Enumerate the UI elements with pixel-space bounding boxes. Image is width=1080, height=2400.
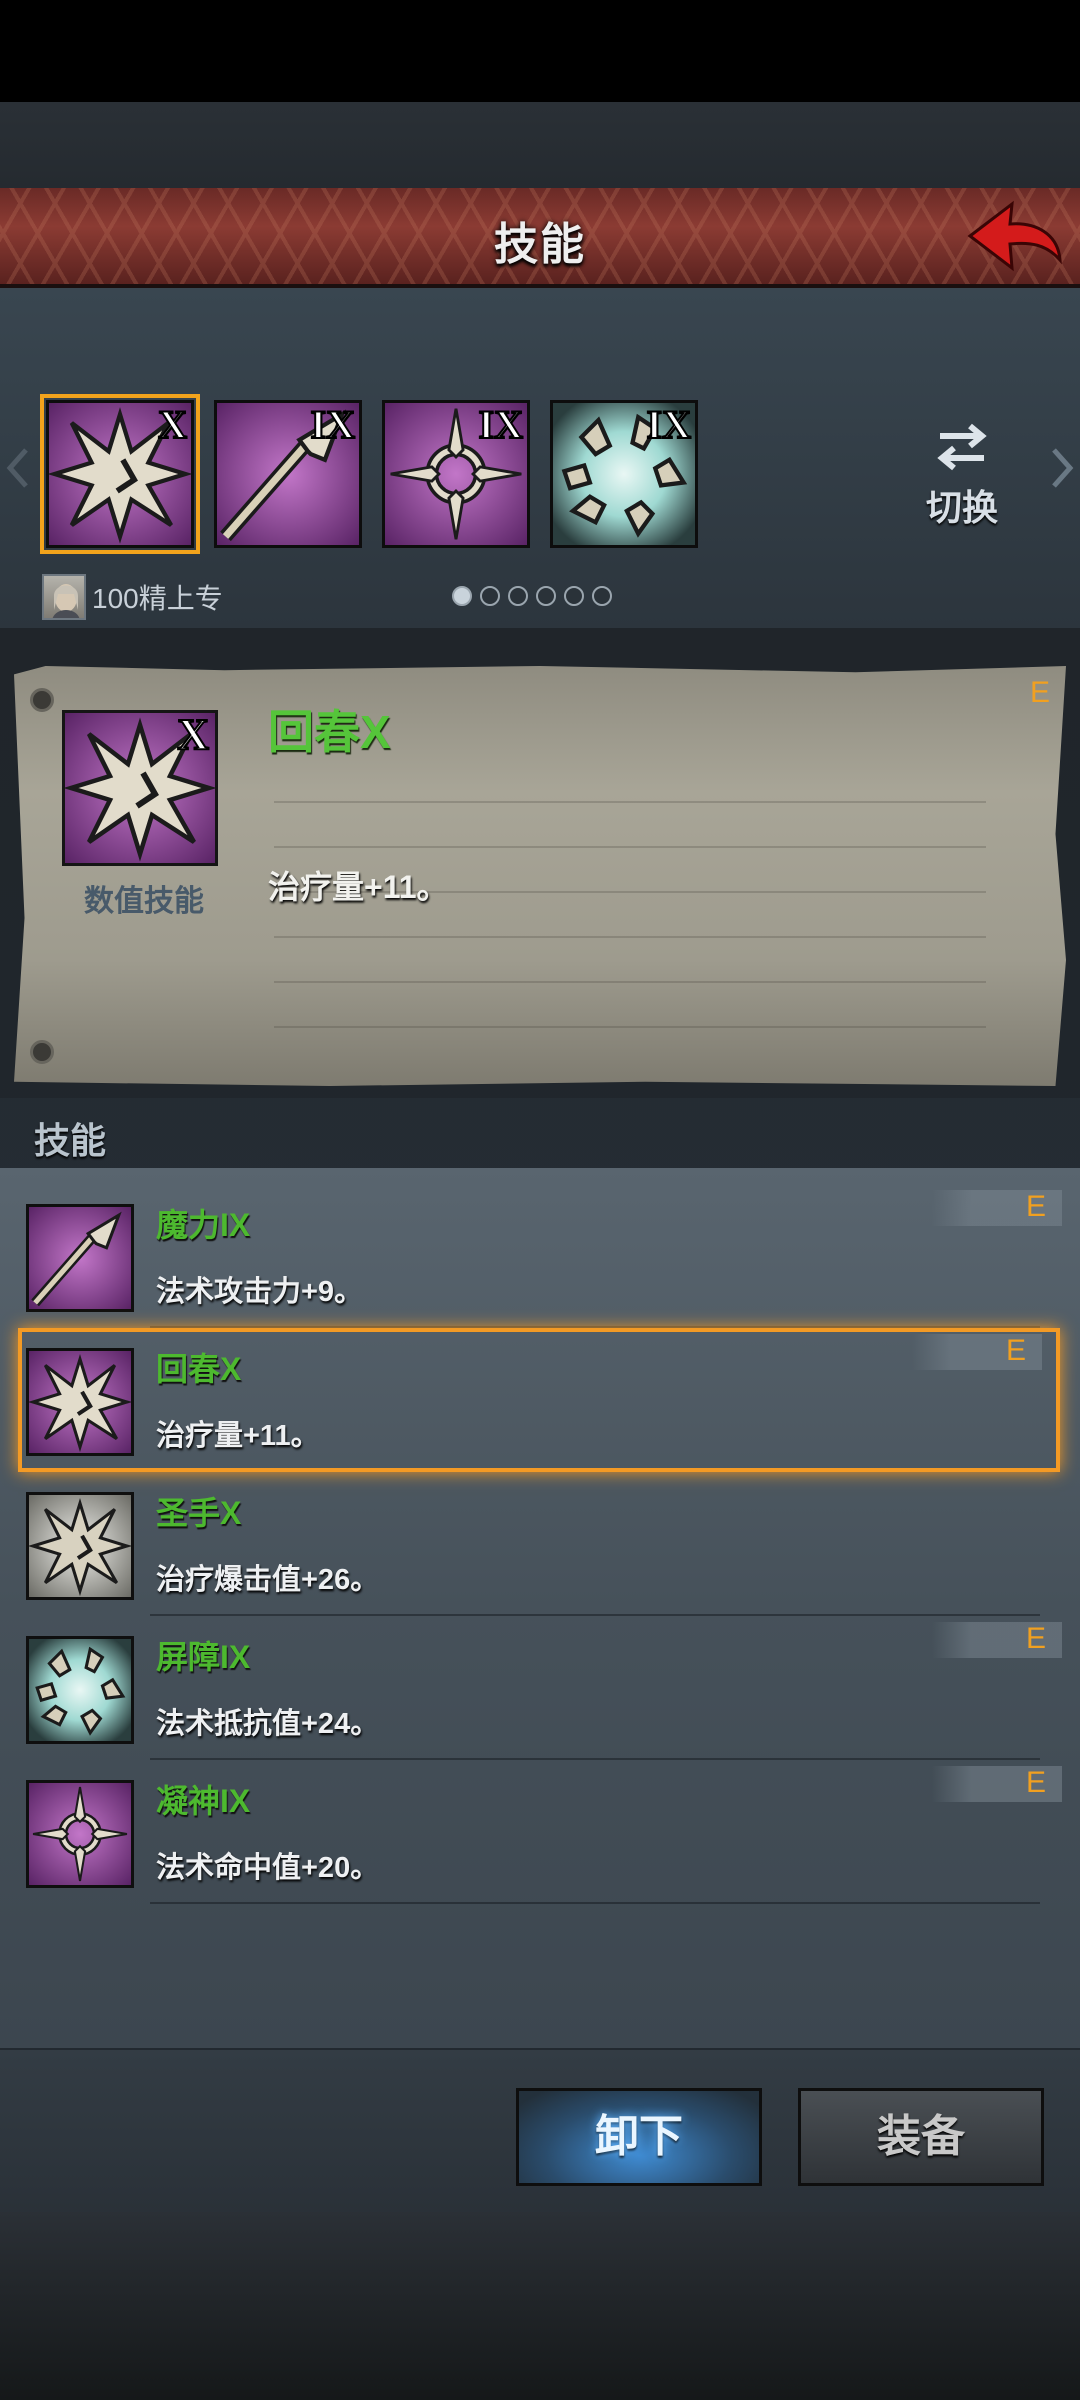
skill-name: 圣手X (156, 1495, 242, 1531)
grade-badge: E (1029, 676, 1050, 709)
skill-type-label: 数值技能 (84, 885, 204, 918)
switch-label: 切换 (925, 487, 998, 528)
skill-slot-3[interactable]: IX (382, 400, 530, 548)
page-indicator (452, 586, 612, 606)
skill-description: 法术攻击力+9。 (156, 1276, 364, 1308)
grade-badge: E (932, 1622, 1062, 1658)
detail-skill-description: 治疗量+11。 (268, 869, 449, 905)
back-arrow-icon[interactable] (966, 198, 1062, 278)
skill-level: IX (478, 401, 524, 448)
chevron-right-icon[interactable] (1052, 448, 1074, 488)
unequip-button[interactable]: 卸下 (516, 2088, 762, 2186)
shatter-icon (29, 1639, 131, 1741)
skill-description: 法术命中值+20。 (156, 1852, 380, 1884)
skill-level: IX (646, 401, 692, 448)
skill-description: 法术抵抗值+24。 (156, 1708, 380, 1740)
page-dot[interactable] (508, 586, 528, 606)
elite-label: 100精上专 (92, 583, 223, 614)
detail-skill-name: 回春X (268, 706, 391, 758)
skill-name: 屏障IX (156, 1639, 251, 1675)
parchment-lines (274, 758, 986, 1058)
skill-slot-1[interactable]: X (40, 394, 200, 554)
skill-icon (26, 1780, 134, 1888)
list-item[interactable]: 圣手X 治疗爆击值+26。 (0, 1472, 1080, 1616)
section-title: 技能 (34, 1120, 107, 1161)
grade-badge: E (932, 1766, 1062, 1802)
divider (150, 1902, 1040, 1904)
portrait-icon (52, 584, 80, 618)
skill-level: X (157, 401, 188, 448)
pin-icon (30, 1040, 54, 1064)
skill-list: 魔力IX 法术攻击力+9。 E 回春X 治疗量+11。 E 圣手X 治疗爆击值+… (0, 1168, 1080, 2048)
skill-icon (26, 1492, 134, 1600)
skill-icon (26, 1348, 134, 1456)
switch-button[interactable]: 切换 (918, 418, 1006, 531)
list-item-selected[interactable]: 回春X 治疗量+11。 E (18, 1328, 1060, 1472)
spear-icon (29, 1207, 131, 1309)
list-item[interactable]: 魔力IX 法术攻击力+9。 E (0, 1184, 1080, 1328)
detail-skill-icon: X (62, 709, 218, 866)
avatar (42, 574, 86, 620)
skill-name: 凝神IX (156, 1783, 251, 1819)
burst-icon (29, 1351, 131, 1453)
skill-slot-4[interactable]: IX (550, 400, 698, 548)
equip-button[interactable]: 装备 (798, 2088, 1044, 2186)
section-header: 技能 (0, 1098, 1080, 1168)
page-dot[interactable] (480, 586, 500, 606)
list-item[interactable]: 屏障IX 法术抵抗值+24。 E (0, 1616, 1080, 1760)
page-title: 技能 (494, 220, 586, 269)
crosshair-icon (29, 1783, 131, 1885)
page-dot[interactable] (452, 586, 472, 606)
list-item[interactable]: 凝神IX 法术命中值+20。 E (0, 1760, 1080, 1904)
burst-light-icon (29, 1495, 131, 1597)
grade-badge: E (912, 1334, 1042, 1370)
skill-slot-2[interactable]: IX (214, 400, 362, 548)
skill-name: 回春X (156, 1351, 242, 1387)
chevron-left-icon[interactable] (6, 448, 28, 488)
pin-icon (30, 688, 54, 712)
grade-badge: E (932, 1190, 1062, 1226)
skill-description: 治疗量+11。 (156, 1420, 320, 1452)
page-dot[interactable] (536, 586, 556, 606)
footer-background (0, 2212, 1080, 2400)
swap-arrows-icon (937, 423, 987, 471)
title-bar: 技能 (0, 188, 1080, 288)
skill-description: 治疗爆击值+26。 (156, 1564, 380, 1596)
page-dot[interactable] (564, 586, 584, 606)
skill-icon (26, 1204, 134, 1312)
elite-badge: 100精上专 (42, 574, 223, 620)
action-bar: 卸下 装备 (0, 2050, 1080, 2212)
skill-detail-panel: X 数值技能 回春X 治疗量+11。 E (14, 666, 1066, 1086)
equipped-skill-bar: X IX IX IX 切换 100精上专 (0, 288, 1080, 628)
detail-skill-level: X (176, 709, 210, 760)
skill-name: 魔力IX (156, 1207, 251, 1243)
page-dot[interactable] (592, 586, 612, 606)
skill-level: IX (310, 401, 356, 448)
skill-icon (26, 1636, 134, 1744)
